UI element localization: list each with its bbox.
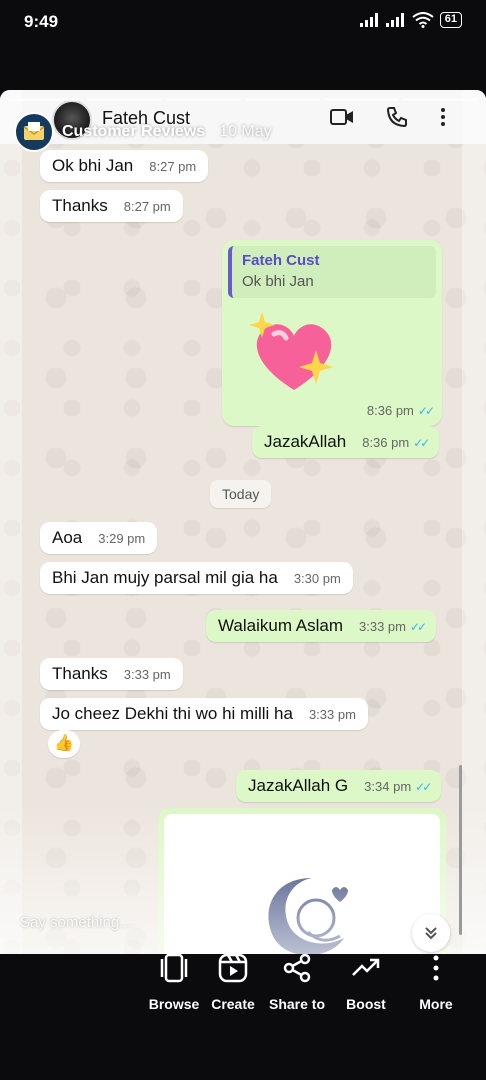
quoted-name: Fateh Cust [242,252,320,269]
reel-icon [218,953,248,983]
message-time: 8:36 pm [362,435,410,450]
message-bubble: JazakAllah G 3:34 pm ✓✓ [236,770,442,802]
owner-name[interactable]: Customer Reviews [62,123,205,141]
story-action-bar: Browse Create Share to Boost More [0,944,486,1024]
owner-avatar[interactable] [14,112,54,152]
story-date: 10 May [219,123,272,140]
message-bubble: Thanks 8:27 pm [40,190,183,222]
progress-segment [403,98,478,101]
message-time: 3:29 pm [98,531,146,546]
message-text: Walaikum Aslam [218,616,344,635]
trend-icon [352,958,380,976]
message-time: 3:30 pm [293,571,341,586]
message-text: JazakAllah [264,432,347,451]
message-bubble: Aoa 3:29 pm [40,522,158,554]
more-button[interactable]: More [396,950,476,1012]
status-bar: 9:49 61 [0,0,486,44]
message-time: 3:33 pm [308,707,356,722]
more-vertical-icon [433,955,439,981]
message-time: 8:27 pm [149,159,197,174]
message-text: Thanks [52,664,108,683]
status-icons: 61 [359,12,462,28]
progress-segment [8,98,83,101]
video-call-icon [330,109,353,125]
message-time: 3:33 pm [123,667,171,682]
battery-indicator: 61 [439,12,462,28]
action-label: More [419,996,453,1012]
quoted-message: Fateh Cust Ok bhi Jan [228,246,436,298]
signal-icon-2 [385,13,404,27]
read-ticks-icon: ✓✓ [415,780,432,794]
phone-icon [386,107,407,128]
message-text: JazakAllah G [248,776,349,795]
more-vertical-icon [441,108,445,126]
share-icon [283,953,311,983]
date-chip: Today [210,480,272,508]
comment-input[interactable]: Say something... [20,914,132,931]
progress-segment [245,98,320,101]
reply-message-bubble: Fateh Cust Ok bhi Jan 8:36 pm ✓✓ [222,240,442,426]
story-frame[interactable]: Fateh Cust Customer Reviews 10 May Ok bh… [0,90,486,954]
action-label: Boost [346,996,386,1012]
progress-segment [166,98,241,101]
message-text: Ok bhi Jan [52,156,134,175]
read-ticks-icon: ✓✓ [413,436,430,450]
message-text: Jo cheez Dekhi thi wo hi milli ha [52,704,293,723]
thumbs-up-reaction: 👍 [48,730,80,758]
message-time: 3:33 pm [359,619,406,634]
read-ticks-icon: ✓✓ [417,404,435,418]
message-bubble: Jo cheez Dekhi thi wo hi milli ha 3:33 pm [40,698,368,730]
message-text: Thanks [52,196,108,215]
double-chevron-down-icon [425,927,437,940]
story-progress [8,98,478,101]
boost-button[interactable]: Boost [326,950,406,1012]
message-bubble: Ok bhi Jan 8:27 pm [40,150,209,182]
message-time: 8:36 pm [366,403,414,418]
status-time: 9:49 [24,12,59,31]
message-text: Aoa [52,528,83,547]
message-text: Bhi Jan mujy parsal mil gia ha [52,568,278,587]
action-label: Share to [268,996,325,1012]
share-to-button[interactable]: Share to [257,950,337,1012]
scrollbar[interactable] [459,765,462,935]
message-bubble: JazakAllah 8:36 pm ✓✓ [252,426,440,458]
envelope-icon [23,122,45,140]
story-owner[interactable]: Customer Reviews 10 May [14,112,272,152]
signal-icon [359,13,378,27]
progress-segment [324,98,399,101]
progress-segment [87,98,162,101]
message-time: 8:27 pm [123,199,171,214]
message-bubble: Bhi Jan mujy parsal mil gia ha 3:30 pm [40,562,353,594]
chat-header-icons [330,106,446,128]
message-meta: 8:36 pm ✓✓ [366,403,435,418]
message-bubble: Walaikum Aslam 3:33 pm ✓✓ [206,610,437,642]
message-time: 3:34 pm [364,779,412,794]
sparkling-heart-sticker [244,310,344,400]
quoted-text: Ok bhi Jan [242,273,314,290]
message-bubble: Thanks 3:33 pm [40,658,183,690]
read-ticks-icon: ✓✓ [410,620,427,634]
wifi-icon [412,12,434,28]
browse-icon [160,953,188,983]
